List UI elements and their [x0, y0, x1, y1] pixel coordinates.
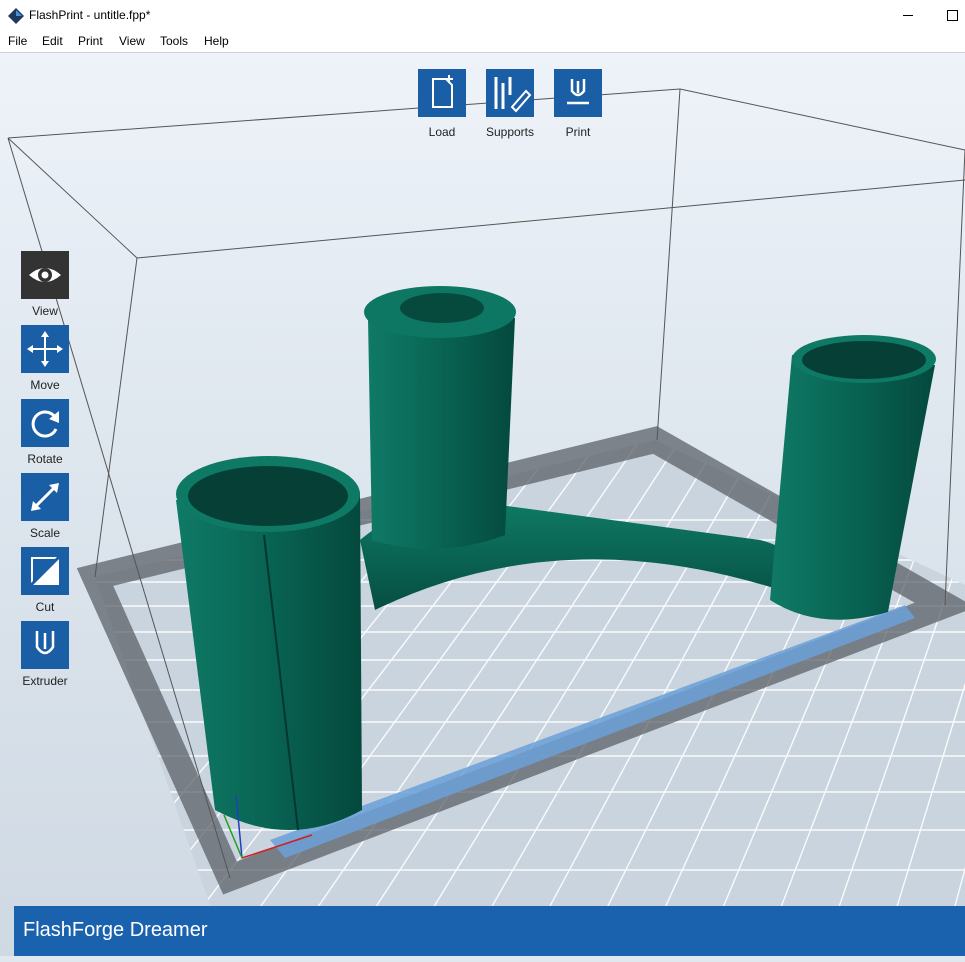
- minimize-icon: [903, 15, 913, 16]
- 3d-viewport[interactable]: Load Supports Print View Move Rotate Sca…: [0, 53, 965, 962]
- menu-tools[interactable]: Tools: [160, 34, 188, 48]
- scale-tool-button[interactable]: [21, 473, 69, 521]
- load-label: Load: [428, 125, 456, 139]
- menu-bar: File Edit Print View Tools Help: [0, 31, 965, 53]
- menu-edit[interactable]: Edit: [42, 34, 63, 48]
- title-bar: FlashPrint - untitle.fpp*: [0, 0, 965, 31]
- move-arrows-icon: [27, 331, 63, 367]
- eye-icon: [29, 268, 61, 282]
- move-tool-label: Move: [30, 378, 60, 392]
- supports-label: Supports: [485, 125, 535, 139]
- load-file-icon: [432, 75, 453, 108]
- print-icon: [567, 79, 589, 105]
- extruder-icon: [35, 631, 55, 655]
- load-button[interactable]: [418, 69, 466, 117]
- extruder-tool-label: Extruder: [22, 674, 68, 688]
- cut-icon: [27, 553, 63, 589]
- minimize-button[interactable]: [885, 0, 931, 31]
- maximize-icon: [947, 10, 958, 21]
- printer-name: FlashForge Dreamer: [23, 919, 208, 941]
- menu-view[interactable]: View: [119, 34, 145, 48]
- move-tool-button[interactable]: [21, 325, 69, 373]
- supports-button[interactable]: [486, 69, 534, 117]
- menu-print[interactable]: Print: [78, 34, 103, 48]
- build-plate-scene: [7, 88, 965, 962]
- scale-icon: [31, 483, 59, 511]
- window-title: FlashPrint - untitle.fpp*: [29, 8, 151, 22]
- status-bar: FlashForge Dreamer: [14, 906, 965, 956]
- supports-icon: [494, 77, 532, 113]
- cut-tool-label: Cut: [35, 600, 55, 614]
- cut-tool-button[interactable]: [21, 547, 69, 595]
- menu-help[interactable]: Help: [204, 34, 229, 48]
- rotate-tool-label: Rotate: [27, 452, 63, 466]
- scale-tool-label: Scale: [29, 526, 61, 540]
- print-label: Print: [565, 125, 591, 139]
- view-tool-button[interactable]: [21, 251, 69, 299]
- rotate-tool-button[interactable]: [21, 399, 69, 447]
- extruder-tool-button[interactable]: [21, 621, 69, 669]
- rotate-icon: [31, 410, 59, 438]
- print-button[interactable]: [554, 69, 602, 117]
- view-tool-label: View: [32, 304, 58, 318]
- menu-file[interactable]: File: [8, 34, 27, 48]
- maximize-button[interactable]: [929, 0, 965, 31]
- bottom-edge: [0, 956, 965, 962]
- flashprint-logo-icon: [8, 8, 24, 24]
